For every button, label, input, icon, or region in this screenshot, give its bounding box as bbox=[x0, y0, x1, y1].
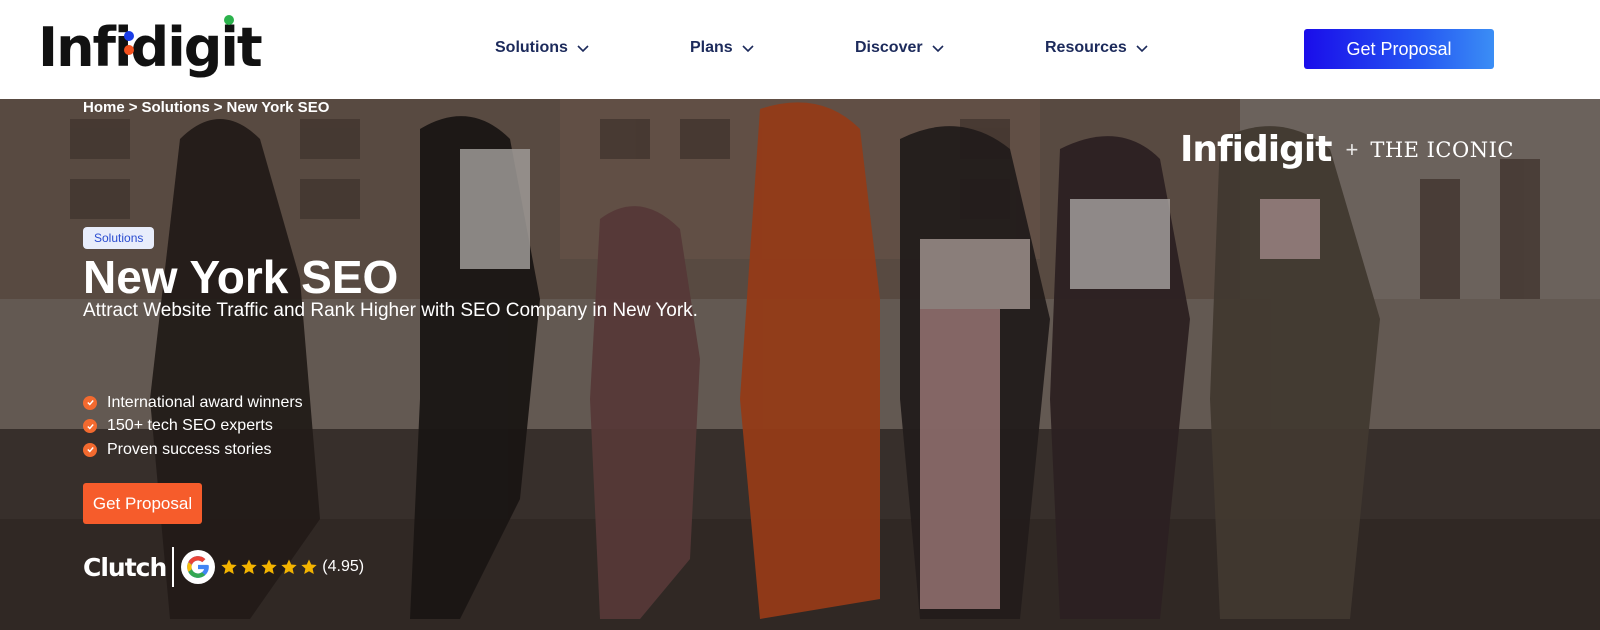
google-g-icon[interactable] bbox=[181, 550, 216, 584]
chevron-down-icon bbox=[742, 45, 754, 53]
feature-text: 150+ tech SEO experts bbox=[107, 417, 273, 435]
rating-divider bbox=[172, 547, 175, 587]
chevron-down-icon bbox=[1136, 45, 1148, 53]
star-icon bbox=[221, 559, 237, 574]
check-circle-icon bbox=[83, 419, 97, 434]
category-tag[interactable]: Solutions bbox=[83, 227, 155, 249]
hero-get-proposal-button[interactable]: Get Proposal bbox=[83, 483, 202, 524]
star-rating bbox=[220, 558, 318, 576]
nav-solutions-label: Solutions bbox=[495, 39, 568, 56]
nav-solutions[interactable]: Solutions bbox=[495, 36, 590, 60]
feature-text: Proven success stories bbox=[107, 440, 272, 458]
list-item: Proven success stories bbox=[83, 438, 303, 462]
rating-bar: Clutch (4.95) bbox=[83, 547, 364, 587]
feature-list: International award winners 150+ tech SE… bbox=[83, 391, 303, 462]
star-icon bbox=[301, 559, 317, 574]
breadcrumb-solutions[interactable]: Solutions bbox=[141, 99, 209, 116]
nav-discover[interactable]: Discover bbox=[855, 36, 945, 60]
breadcrumb-home[interactable]: Home bbox=[83, 99, 125, 116]
site-header: Infidigit Solutions Plans Discover Resou… bbox=[0, 0, 1600, 99]
breadcrumb-separator: > bbox=[128, 99, 138, 116]
breadcrumb-current: New York SEO bbox=[226, 99, 330, 116]
star-icon bbox=[281, 559, 297, 574]
star-icon bbox=[241, 559, 257, 574]
nav-plans-label: Plans bbox=[690, 39, 733, 56]
clutch-logo[interactable]: Clutch bbox=[83, 553, 167, 582]
page-title: New York SEO bbox=[83, 251, 399, 303]
partner-brand-logo: THE ICONIC bbox=[1370, 137, 1514, 162]
list-item: 150+ tech SEO experts bbox=[83, 415, 303, 439]
star-icon bbox=[261, 559, 277, 574]
header-get-proposal-button[interactable]: Get Proposal bbox=[1304, 29, 1494, 69]
nav-plans[interactable]: Plans bbox=[690, 36, 755, 60]
nav-resources[interactable]: Resources bbox=[1045, 36, 1149, 60]
check-circle-icon bbox=[83, 442, 97, 457]
nav-resources-label: Resources bbox=[1045, 39, 1127, 56]
breadcrumb: Home > Solutions > New York SEO bbox=[83, 99, 333, 117]
partner-infidigit-logo: Infidigit bbox=[1180, 129, 1332, 170]
site-logo[interactable]: Infidigit bbox=[38, 14, 268, 86]
infidigit-logo: Infidigit bbox=[38, 15, 264, 79]
check-circle-icon bbox=[83, 395, 97, 410]
hero-section: Home > Solutions > New York SEO Infidigit + … bbox=[0, 99, 1600, 630]
rating-score: (4.95) bbox=[322, 558, 365, 575]
feature-text: International award winners bbox=[107, 393, 303, 411]
chevron-down-icon bbox=[577, 45, 589, 53]
partner-plus: + bbox=[1345, 136, 1359, 162]
svg-text:Infidigit: Infidigit bbox=[38, 16, 262, 79]
list-item: International award winners bbox=[83, 391, 303, 415]
page-subtitle: Attract Website Traffic and Rank Higher … bbox=[83, 300, 698, 321]
nav-discover-label: Discover bbox=[855, 39, 923, 56]
breadcrumb-separator: > bbox=[213, 99, 223, 116]
chevron-down-icon bbox=[932, 45, 944, 53]
partner-logos: Infidigit + THE ICONIC bbox=[1180, 129, 1514, 170]
